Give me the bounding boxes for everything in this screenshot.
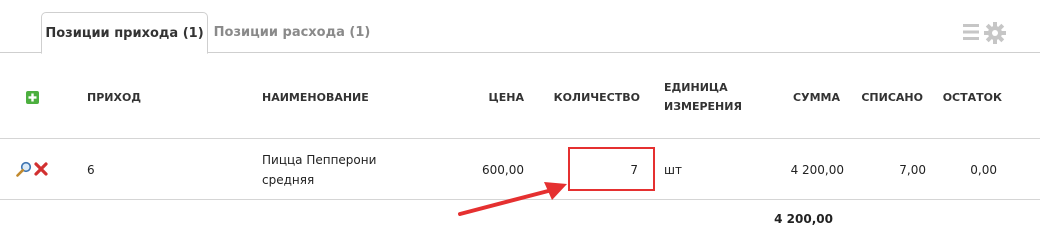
cell-name-line2: средняя [262, 173, 315, 187]
list-icon[interactable] [963, 22, 981, 42]
cell-unit: шт [664, 163, 682, 177]
delete-icon[interactable] [34, 162, 48, 176]
tab-incoming-items[interactable]: Позиции прихода (1) [41, 12, 208, 54]
header-unit-line2: ИЗМЕРЕНИЯ [664, 100, 742, 113]
header-unit-line1: ЕДИНИЦА [664, 81, 728, 94]
cell-sum: 4 200,00 [790, 163, 844, 177]
total-sum: 4 200,00 [774, 212, 833, 226]
cell-name-line1: Пицца Пепперони [262, 153, 377, 167]
header-name: НАИМЕНОВАНИЕ [262, 91, 369, 104]
view-icon[interactable] [16, 161, 32, 177]
annotation-arrow [458, 182, 567, 216]
header-rest: ОСТАТОК [942, 91, 1002, 104]
cell-prihod[interactable]: 6 [87, 163, 95, 177]
header-price: ЦЕНА [488, 91, 524, 104]
header-prihod: ПРИХОД [87, 91, 142, 104]
header-quantity: КОЛИЧЕСТВО [553, 91, 640, 104]
tab-bar: Позиции прихода (1) Позиции расхода (1) [0, 0, 1040, 54]
toolbar [960, 22, 1010, 44]
cell-price: 600,00 [482, 163, 524, 177]
header-sum: СУММА [793, 91, 840, 104]
add-item-icon[interactable] [26, 91, 39, 104]
gear-icon[interactable] [984, 22, 1006, 44]
cell-rest: 0,00 [970, 163, 997, 177]
cell-written-off: 7,00 [899, 163, 926, 177]
header-written-off: СПИСАНО [861, 91, 923, 104]
tab-outgoing-items[interactable]: Позиции расхода (1) [208, 12, 376, 54]
